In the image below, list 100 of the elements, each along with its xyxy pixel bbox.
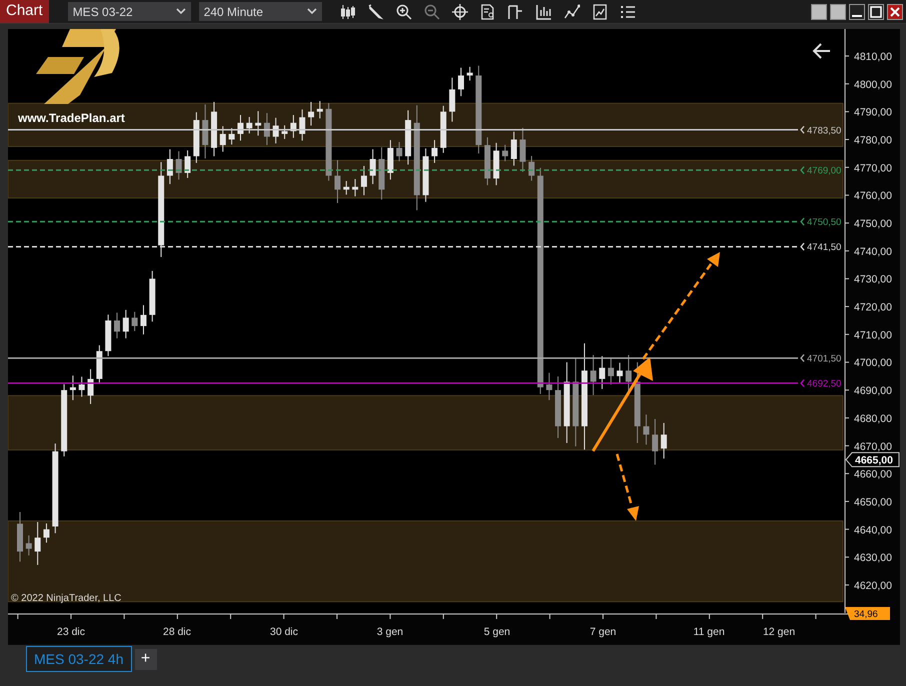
candle — [202, 104, 208, 159]
candlestick-icon[interactable] — [340, 4, 356, 20]
price-axis-label: 4800,00 — [854, 78, 892, 91]
candle — [546, 372, 552, 401]
candle — [114, 312, 120, 339]
candle — [272, 117, 279, 144]
price-axis-label: 4810,00 — [854, 51, 892, 63]
price-axis-label: 4750,00 — [854, 218, 892, 230]
candle — [466, 66, 473, 81]
candle — [449, 77, 456, 122]
candle — [590, 354, 596, 396]
price-axis-label: 4760,00 — [854, 190, 892, 202]
copyright-text: © 2022 NinjaTrader, LLC — [11, 593, 122, 604]
maximize-icon[interactable] — [868, 4, 884, 20]
candle — [43, 522, 50, 544]
candle — [502, 144, 508, 162]
date-axis-label: 11 gen — [693, 626, 725, 638]
candle — [105, 314, 112, 357]
logo-icon — [36, 29, 120, 104]
chevron-icon — [800, 218, 804, 226]
candle — [211, 101, 218, 157]
candle — [132, 311, 138, 332]
candle — [616, 362, 623, 384]
chevron-icon — [800, 242, 804, 251]
candle — [334, 160, 341, 204]
price-axis-label: 4790,00 — [854, 106, 892, 119]
caret-icon — [306, 8, 317, 15]
price-level-label: 4701,50 — [807, 354, 842, 365]
document-chart-icon[interactable] — [592, 4, 608, 20]
crosshair-icon[interactable] — [452, 4, 468, 20]
candle — [440, 105, 446, 154]
candle — [264, 112, 270, 146]
chevron-icon — [800, 379, 804, 388]
candle — [308, 101, 314, 126]
add-tab-button[interactable]: + — [134, 648, 156, 670]
candle — [228, 128, 235, 146]
price-axis-label: 4740,00 — [854, 246, 892, 258]
price-level-label: 4692,50 — [807, 378, 842, 390]
candle — [122, 309, 129, 339]
candle — [149, 270, 156, 322]
price-level-label: 4769,00 — [807, 166, 842, 177]
close-icon[interactable] — [887, 4, 903, 20]
date-axis-label: 5 gen — [484, 626, 510, 638]
date-axis-label: 23 dic — [56, 626, 86, 638]
bar-chart-icon[interactable] — [536, 4, 552, 20]
date-axis-label: 7 gen — [590, 626, 616, 638]
price-axis-label: 4660,00 — [854, 468, 892, 481]
candle — [493, 142, 500, 186]
pencil-icon[interactable] — [368, 4, 384, 20]
candle — [396, 142, 402, 162]
price-axis-label: 4770,00 — [854, 162, 892, 174]
candle — [528, 155, 535, 182]
instrument-dropdown[interactable]: MES 03-22 — [68, 2, 191, 21]
candle — [176, 150, 182, 180]
document-search-icon[interactable] — [480, 4, 496, 20]
logo-text: www.TradePlan.art — [18, 111, 125, 125]
candle — [246, 116, 252, 134]
date-axis-label: 12 gen — [762, 626, 796, 638]
candle — [608, 358, 614, 385]
price-level-label: 4750,50 — [807, 217, 842, 228]
price-axis-label: 4680,00 — [854, 412, 892, 425]
candle — [78, 376, 85, 398]
zoom-out-icon[interactable] — [424, 4, 440, 20]
candle — [432, 140, 438, 164]
candle — [422, 148, 429, 202]
candle — [96, 344, 102, 384]
price-axis-label: 4780,00 — [854, 134, 892, 147]
chevron-icon — [800, 126, 804, 134]
candle — [660, 422, 667, 460]
candle — [238, 114, 244, 142]
window-button[interactable] — [830, 4, 846, 20]
candle — [26, 534, 32, 556]
candle — [370, 148, 376, 185]
line-chart-icon[interactable] — [564, 4, 580, 20]
back-arrow-icon[interactable] — [812, 43, 831, 59]
date-axis-label: 30 dic — [270, 626, 298, 638]
candle — [316, 100, 323, 119]
price-level-label: 4741,50 — [807, 242, 842, 254]
candle — [343, 180, 350, 196]
price-level-label: 4783,50 — [807, 125, 842, 136]
candle — [140, 304, 146, 335]
candle — [17, 512, 23, 562]
date-axis-label: 3 gen — [376, 626, 404, 638]
chart-tab[interactable]: MES 03-22 4h — [26, 646, 132, 672]
chevron-icon — [800, 354, 804, 362]
candle — [405, 110, 412, 166]
indicator-value: 34,96 — [845, 607, 890, 620]
price-axis-label: 4650,00 — [854, 496, 892, 508]
candle — [520, 127, 526, 172]
price-axis-label: 4710,00 — [854, 329, 892, 342]
minimize-icon[interactable] — [849, 4, 865, 20]
price-axis-label: 4670,00 — [854, 440, 892, 453]
candle — [360, 165, 367, 196]
caret-icon — [176, 8, 186, 15]
window-button[interactable] — [811, 4, 827, 20]
candle — [34, 522, 41, 566]
interval-dropdown[interactable]: 240 Minute — [198, 2, 322, 21]
list-icon[interactable] — [620, 4, 636, 20]
bracket-icon[interactable] — [508, 4, 524, 20]
zoom-in-icon[interactable] — [396, 4, 412, 20]
